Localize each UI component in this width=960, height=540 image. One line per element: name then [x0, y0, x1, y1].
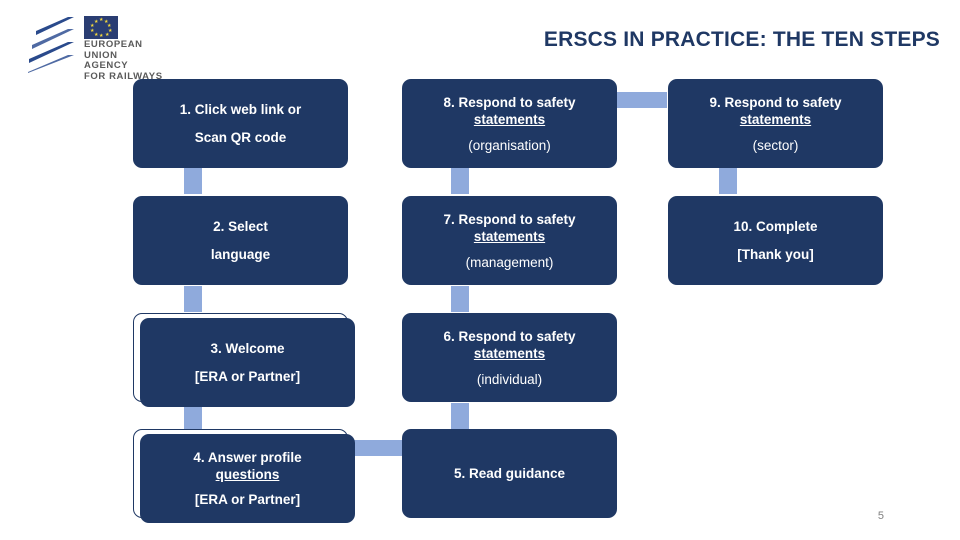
step-10-line-1: 10. Complete [733, 219, 818, 234]
step-7-underlined-text: statements [473, 228, 546, 244]
logo-text: EUROPEAN UNION AGENCY FOR RAILWAYS [84, 39, 163, 82]
step-4-line-1b: questions [216, 465, 280, 484]
step-2-line-2: language [210, 247, 271, 262]
eu-flag-icon: ★ ★ ★ ★ ★ ★ ★ ★ ★ ★ [84, 16, 118, 39]
page-number: 5 [877, 510, 884, 522]
connector-step6-step7 [451, 286, 469, 312]
step-10-box[interactable]: 10. Complete [Thank you] [668, 196, 883, 285]
step-2-line-1: 2. Select [213, 219, 268, 234]
step-8-line-1b: statements [474, 110, 545, 129]
step-8-line-2: (organisation) [468, 137, 551, 153]
step-2-box[interactable]: 2. Select language [133, 196, 348, 285]
step-7-line-1b: statements [474, 227, 545, 246]
step-1-line-1: 1. Click web link or [179, 102, 302, 117]
step-4-line-2: [ERA or Partner] [194, 492, 301, 507]
step-9-line-2: (sector) [752, 137, 799, 153]
connector-step7-step8 [451, 168, 469, 194]
step-7-box[interactable]: 7. Respond to safety statements (managem… [402, 196, 617, 285]
slide-title: ERSCS IN PRACTICE: THE TEN STEPS [543, 28, 940, 51]
step-9-line-1b: statements [740, 110, 811, 129]
connector-step4-step5 [352, 440, 404, 456]
logo-line-1: EUROPEAN [84, 39, 143, 50]
step-6-underlined-text: statements [473, 345, 546, 361]
connector-step9-step10 [719, 168, 737, 194]
step-4-underlined-text: questions [215, 467, 280, 482]
connector-step8-step9 [613, 92, 667, 108]
eu-agency-logo: ★ ★ ★ ★ ★ ★ ★ ★ ★ ★ EUROPEAN UNION AGENC… [28, 14, 228, 82]
connector-step1-step2 [184, 168, 202, 194]
step-8-underlined-text: statements [473, 111, 546, 127]
logo-line-3: AGENCY [84, 60, 129, 72]
step-5-line-1: 5. Read guidance [453, 466, 566, 481]
step-3-box[interactable]: 3. Welcome [ERA or Partner] [140, 318, 355, 407]
step-7-line-2: (management) [465, 254, 554, 270]
step-3-line-2: [ERA or Partner] [194, 369, 301, 384]
step-9-underlined-text: statements [739, 111, 812, 127]
step-6-box[interactable]: 6. Respond to safety statements (individ… [402, 313, 617, 402]
slide-canvas: ★ ★ ★ ★ ★ ★ ★ ★ ★ ★ EUROPEAN UNION AGENC… [0, 0, 960, 540]
step-4-line-1a: 4. Answer profile [193, 450, 302, 465]
connector-step2-step3 [184, 286, 202, 312]
step-6-line-2: (individual) [476, 371, 543, 387]
step-4-box[interactable]: 4. Answer profile questions [ERA or Part… [140, 434, 355, 523]
step-1-box[interactable]: 1. Click web link or Scan QR code [133, 79, 348, 168]
connector-step5-step6 [451, 403, 469, 429]
step-6-line-1b: statements [474, 344, 545, 363]
step-8-box[interactable]: 8. Respond to safety statements (organis… [402, 79, 617, 168]
logo-line-2: UNION [84, 49, 118, 61]
step-3-line-1: 3. Welcome [210, 341, 285, 356]
step-10-line-2: [Thank you] [737, 247, 814, 262]
step-1-line-2: Scan QR code [194, 130, 287, 145]
step-9-box[interactable]: 9. Respond to safety statements (sector) [668, 79, 883, 168]
step-5-box[interactable]: 5. Read guidance [402, 429, 617, 518]
logo-stripes-icon [28, 17, 74, 73]
